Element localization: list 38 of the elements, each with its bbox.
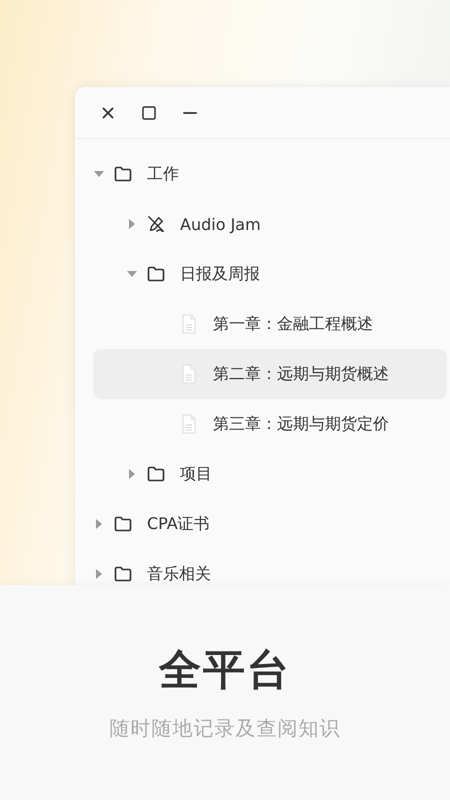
collapse-arrow-icon[interactable] <box>127 271 137 277</box>
expand-arrow-icon[interactable] <box>129 469 135 479</box>
expand-arrow-icon[interactable] <box>129 219 135 229</box>
item-label: 音乐相关 <box>147 564 211 584</box>
tree-item[interactable]: 第一章：金融工程概述 <box>93 299 447 349</box>
expand-arrow-icon[interactable] <box>96 519 102 529</box>
pencil-icon <box>147 214 165 234</box>
document-icon <box>180 314 198 334</box>
folder-icon <box>147 266 165 282</box>
document-icon <box>180 414 198 434</box>
expand-arrow-icon[interactable] <box>96 569 102 579</box>
item-label: 日报及周报 <box>180 264 260 284</box>
tree-item[interactable]: CPA证书 <box>93 499 447 549</box>
item-label: 工作 <box>147 164 179 184</box>
tagline: 随时随地记录及查阅知识 <box>110 715 340 742</box>
tree-item[interactable]: 音乐相关 <box>93 549 447 585</box>
collapse-arrow-icon[interactable] <box>94 171 104 177</box>
tree-item[interactable]: 第二章：远期与期货概述 <box>93 349 447 399</box>
document-icon <box>180 364 198 384</box>
tree-item[interactable]: Audio Jam <box>93 199 447 249</box>
close-icon[interactable] <box>102 106 114 118</box>
headline: 全平台 <box>159 644 291 696</box>
folder-icon <box>114 566 132 582</box>
item-label: CPA证书 <box>147 514 210 534</box>
tree-item[interactable]: 工作 <box>93 149 447 199</box>
item-label: 第二章：远期与期货概述 <box>213 364 389 384</box>
folder-icon <box>114 516 132 532</box>
item-label: Audio Jam <box>180 214 261 234</box>
item-label: 第三章：远期与期货定价 <box>213 414 389 434</box>
maximize-icon[interactable] <box>142 106 156 120</box>
minimize-icon[interactable] <box>183 110 197 114</box>
item-label: 第一章：金融工程概述 <box>213 314 373 334</box>
tree-item[interactable]: 项目 <box>93 449 447 499</box>
folder-icon <box>147 466 165 482</box>
tree-item[interactable]: 日报及周报 <box>93 249 447 299</box>
folder-icon <box>114 166 132 182</box>
tree-item[interactable]: 第三章：远期与期货定价 <box>93 399 447 449</box>
item-label: 项目 <box>180 464 212 484</box>
